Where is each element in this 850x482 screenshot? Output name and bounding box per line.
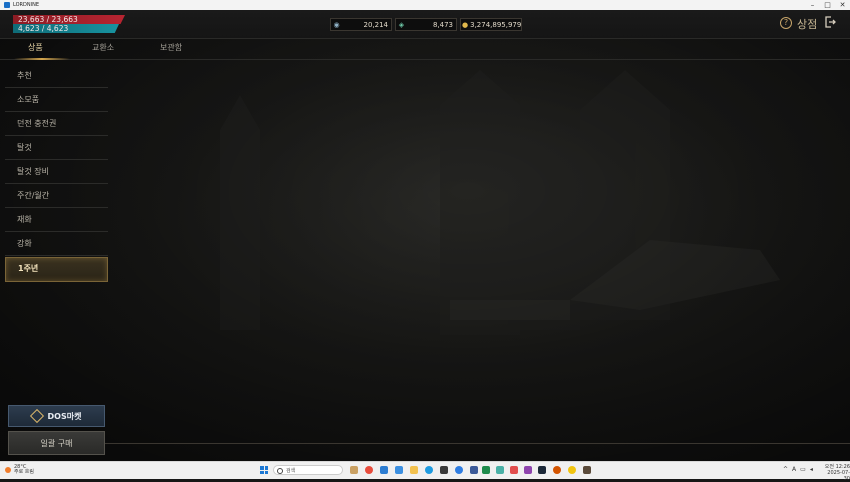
eye-gem-value: 8,473 [432, 20, 453, 29]
sidebar-item-consumables[interactable]: 소모품 [5, 89, 108, 112]
windows-start-icon[interactable] [260, 466, 268, 474]
minimize-button[interactable]: – [805, 0, 820, 10]
taskbar-app-icon[interactable] [510, 466, 518, 474]
taskbar-search[interactable]: 검색 [273, 465, 343, 475]
help-icon[interactable]: ? [780, 17, 792, 29]
sidebar-item-anniversary[interactable]: 1주년 [5, 257, 108, 282]
gold-coin-icon: ● [462, 20, 469, 29]
kakaotalk-icon[interactable] [568, 466, 576, 474]
window-titlebar: LORDNINE – □ ✕ [0, 0, 850, 10]
taskbar-app-icon[interactable] [455, 466, 463, 474]
sidebar-item-recommended[interactable]: 추천 [5, 65, 108, 88]
footer-divider [105, 443, 850, 444]
crystal-icon: ◉ [333, 20, 340, 29]
sidebar-item-mount-equipment[interactable]: 탈것 장비 [5, 161, 108, 184]
hp-bar: 23,663 / 23,663 [13, 15, 125, 24]
eye-gem-icon: ◈ [398, 20, 405, 29]
network-icon[interactable]: ▭ [800, 466, 806, 473]
sidebar-item-weekly-monthly[interactable]: 주간/월간 [5, 185, 108, 208]
active-tab-indicator [14, 58, 70, 60]
search-placeholder: 검색 [286, 468, 296, 474]
excel-icon[interactable] [482, 466, 490, 474]
bulk-buy-button[interactable]: 일괄 구매 [8, 431, 105, 455]
weather-desc: 주로 흐림 [14, 469, 34, 475]
crystal-value: 20,214 [363, 20, 389, 29]
tray-chevron-icon[interactable]: ^ [783, 466, 788, 473]
window-title: LORDNINE [13, 2, 39, 8]
app-icon [4, 2, 10, 8]
dos-market-button[interactable]: DOS마켓 [8, 405, 105, 427]
taskbar-app-icon[interactable] [440, 466, 448, 474]
gold-currency: ● 3,274,895,979 [460, 18, 522, 31]
sidebar-item-dungeon-charge[interactable]: 던전 충전권 [5, 113, 108, 136]
tab-exchange[interactable]: 교환소 [92, 42, 114, 53]
system-tray: ^ A ▭ ◂ [783, 466, 813, 473]
mp-bar: 4,623 / 4,623 [13, 24, 119, 33]
crystal-currency: ◉ 20,214 [330, 18, 392, 31]
gold-value: 3,274,895,979 [470, 20, 522, 29]
taskbar-app-icon[interactable] [470, 466, 478, 474]
taskbar-app-icon[interactable] [395, 466, 403, 474]
dos-logo-icon [29, 408, 44, 424]
town-background-art [0, 10, 850, 461]
shop-title: 상점 [797, 18, 818, 31]
taskbar-clock[interactable]: 오전 12:26 2025-07-30 [822, 464, 850, 482]
eye-gem-currency: ◈ 8,473 [395, 18, 457, 31]
taskbar-app-icon[interactable] [350, 466, 358, 474]
taskbar-app-icon[interactable] [496, 466, 504, 474]
exit-icon[interactable] [824, 16, 836, 28]
mp-value: 4,623 / 4,623 [18, 24, 69, 33]
top-bar: 23,663 / 23,663 4,623 / 4,623 ◉ 20,214 ◈… [0, 10, 850, 39]
tab-products[interactable]: 상품 [28, 42, 43, 53]
hp-value: 23,663 / 23,663 [18, 15, 78, 24]
taskbar-app-icon[interactable] [380, 466, 388, 474]
sidebar-item-enhance[interactable]: 강화 [5, 233, 108, 256]
sidebar-item-mounts[interactable]: 탈것 [5, 137, 108, 160]
maximize-button[interactable]: □ [820, 0, 835, 10]
weather-widget[interactable]: 28°C 주로 흐림 [5, 465, 34, 475]
tab-bar: 상품 교환소 보관함 [0, 39, 850, 60]
taskbar-app-icon[interactable] [553, 466, 561, 474]
category-sidebar: 추천 소모품 던전 충전권 탈것 탈것 장비 주간/월간 재화 강화 1주년 [5, 65, 108, 283]
tab-storage[interactable]: 보관함 [160, 42, 182, 53]
windows-taskbar: 28°C 주로 흐림 검색 ^ A ▭ ◂ 오전 12:26 2025-07-3… [0, 461, 850, 482]
weather-icon [5, 467, 11, 473]
ime-indicator[interactable]: A [792, 466, 796, 473]
search-icon [277, 468, 283, 474]
steam-icon[interactable] [538, 466, 546, 474]
lordnine-taskbar-icon[interactable] [583, 466, 591, 474]
game-screen: 23,663 / 23,663 4,623 / 4,623 ◉ 20,214 ◈… [0, 10, 850, 461]
sidebar-item-currency[interactable]: 재화 [5, 209, 108, 232]
dos-market-label: DOS마켓 [47, 411, 82, 421]
bulk-buy-label: 일괄 구매 [40, 438, 73, 448]
volume-icon[interactable]: ◂ [810, 466, 813, 473]
clock-date: 2025-07-30 [827, 470, 850, 482]
close-window-button[interactable]: ✕ [835, 0, 850, 10]
file-explorer-icon[interactable] [410, 466, 418, 474]
chrome-icon[interactable] [365, 466, 373, 474]
edge-icon[interactable] [425, 466, 433, 474]
taskbar-app-icon[interactable] [524, 466, 532, 474]
